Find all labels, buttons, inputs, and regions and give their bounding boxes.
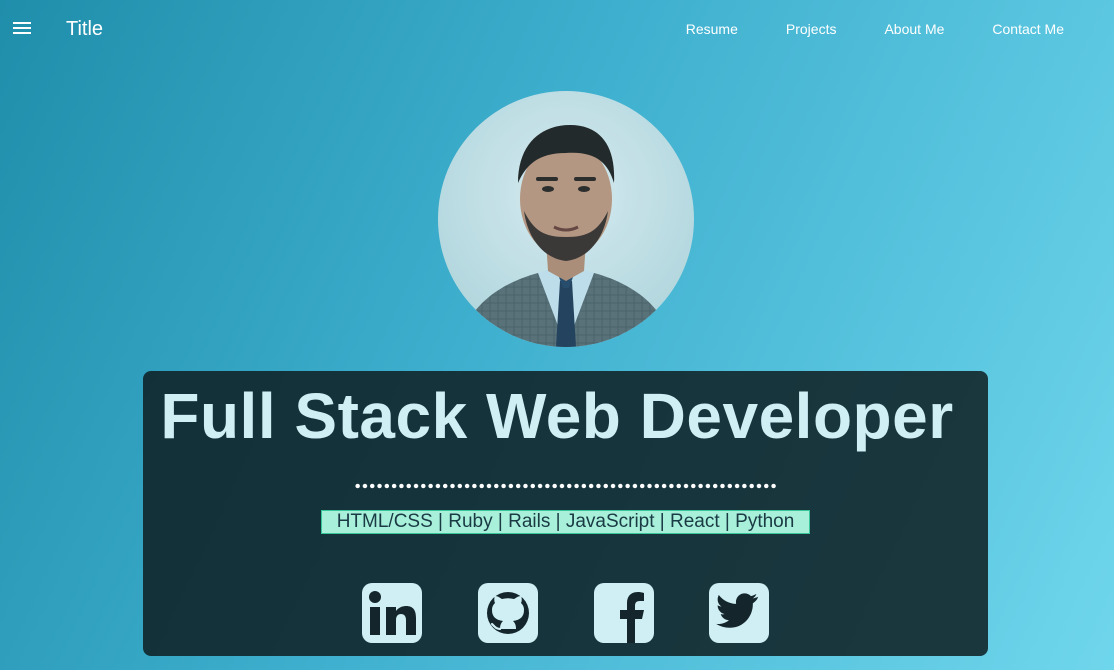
- hero-headline: Full Stack Web Developer: [160, 380, 954, 452]
- profile-photo: [438, 91, 694, 347]
- facebook-icon[interactable]: [594, 583, 654, 643]
- github-icon[interactable]: [478, 583, 538, 643]
- nav-link-about-me[interactable]: About Me: [860, 21, 968, 37]
- nav-link-projects[interactable]: Projects: [762, 21, 861, 37]
- top-navigation-bar: Title Resume Projects About Me Contact M…: [0, 0, 1114, 58]
- main-nav: Resume Projects About Me Contact Me: [662, 21, 1088, 37]
- twitter-icon[interactable]: [709, 583, 769, 643]
- nav-link-contact-me[interactable]: Contact Me: [968, 21, 1088, 37]
- site-title[interactable]: Title: [66, 17, 103, 41]
- dotted-divider: [354, 483, 778, 489]
- linkedin-icon[interactable]: [362, 583, 422, 643]
- menu-icon[interactable]: [12, 18, 32, 38]
- nav-link-resume[interactable]: Resume: [662, 21, 762, 37]
- skills-list: HTML/CSS | Ruby | Rails | JavaScript | R…: [321, 510, 810, 534]
